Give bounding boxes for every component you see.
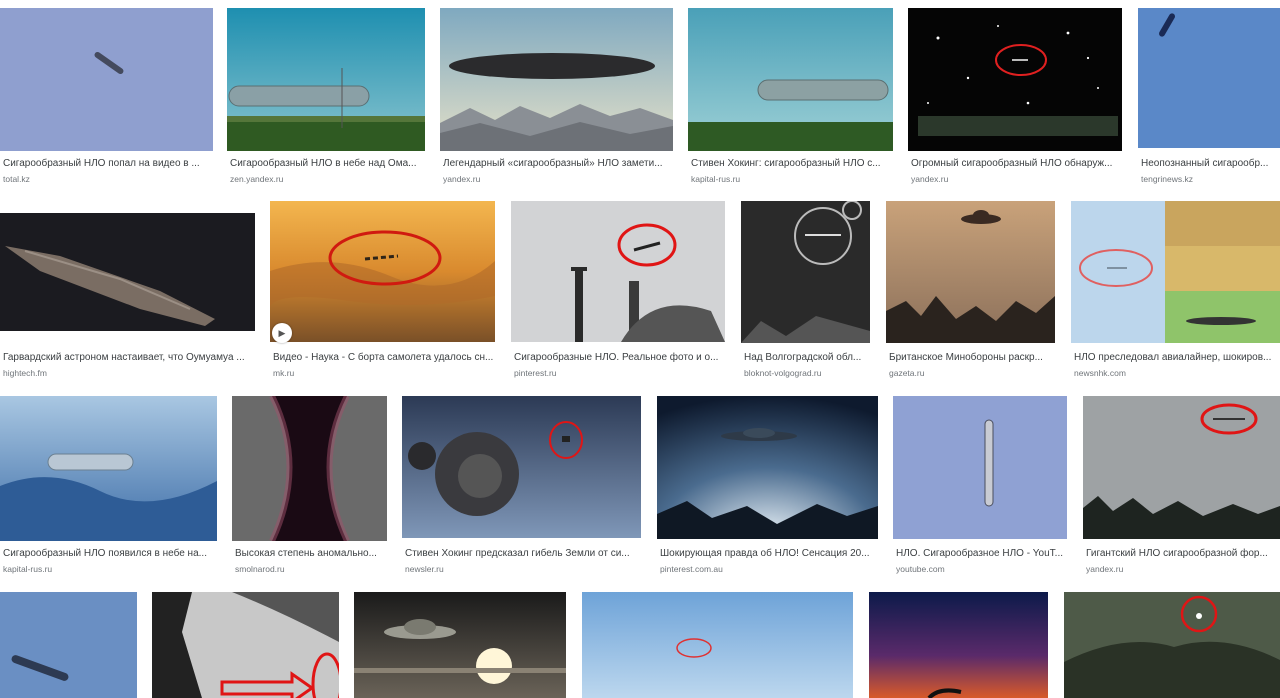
result-title[interactable]: Сигарообразный НЛО в небе над Ома... [230, 158, 423, 170]
ufo-thumbnail[interactable] [511, 201, 725, 342]
result-source[interactable]: kapital-rus.ru [691, 174, 891, 184]
result-16[interactable]: Шокирующая правда об НЛО! Сенсация 20...… [657, 396, 879, 576]
ufo-thumbnail[interactable] [1138, 8, 1280, 148]
result-source[interactable]: pinterest.com.au [660, 564, 877, 574]
ufo-thumbnail[interactable] [582, 592, 853, 698]
result-title[interactable]: Стивен Хокинг предсказал гибель Земли от… [405, 548, 640, 560]
result-source[interactable]: hightech.fm [3, 368, 254, 378]
ufo-thumbnail[interactable] [0, 396, 217, 541]
result-2[interactable]: Сигарообразный НЛО в небе над Ома... zen… [227, 8, 425, 188]
result-22[interactable] [582, 592, 854, 698]
ufo-thumbnail[interactable] [869, 592, 1048, 698]
result-title[interactable]: Шокирующая правда об НЛО! Сенсация 20... [660, 548, 877, 560]
result-source[interactable]: yandex.ru [1086, 564, 1278, 574]
result-14[interactable]: Высокая степень аномально... smolnarod.r… [232, 396, 388, 576]
ufo-thumbnail[interactable] [0, 201, 255, 344]
result-1[interactable]: Сигарообразный НЛО попал на видео в ... … [0, 8, 214, 188]
result-source[interactable]: tengrinews.kz [1141, 174, 1278, 184]
result-12[interactable]: НЛО преследовал авиалайнер, шокиров... n… [1071, 201, 1280, 381]
result-title[interactable]: Британское Минобороны раскр... [889, 352, 1054, 364]
result-source[interactable]: newsnhk.com [1074, 368, 1278, 378]
result-9[interactable]: Сигарообразные НЛО. Реальное фото и о...… [511, 201, 725, 381]
result-8[interactable]: Видео - Наука - С борта самолета удалось… [270, 201, 498, 381]
result-13[interactable]: Сигарообразный НЛО появился в небе на...… [0, 396, 218, 576]
result-7[interactable]: Гарвардский астроном настаивает, что Оум… [0, 201, 256, 381]
ufo-thumbnail[interactable] [152, 592, 339, 698]
result-title[interactable]: Сигарообразный НЛО появился в небе на... [3, 548, 216, 560]
result-18[interactable]: Гигантский НЛО сигарообразной фор... yan… [1083, 396, 1280, 576]
result-title[interactable]: НЛО преследовал авиалайнер, шокиров... [1074, 352, 1278, 364]
result-source[interactable]: total.kz [3, 174, 212, 184]
result-10[interactable]: Над Волгоградской обл... bloknot-volgogr… [741, 201, 871, 381]
ufo-thumbnail[interactable] [227, 8, 425, 151]
ufo-thumbnail[interactable] [440, 8, 673, 151]
result-title[interactable]: Неопознанный сигарообр... [1141, 158, 1278, 170]
result-source[interactable]: newsler.ru [405, 564, 640, 574]
ufo-thumbnail[interactable] [741, 201, 870, 343]
result-title[interactable]: НЛО. Сигарообразное НЛО - YouT... [896, 548, 1067, 560]
ufo-thumbnail[interactable] [657, 396, 878, 539]
ufo-thumbnail[interactable] [688, 8, 893, 151]
result-3[interactable]: Легендарный «сигарообразный» НЛО замети.… [440, 8, 674, 188]
ufo-thumbnail[interactable] [886, 201, 1055, 343]
result-4[interactable]: Стивен Хокинг: сигарообразный НЛО с... k… [688, 8, 893, 188]
ufo-thumbnail[interactable] [0, 592, 137, 698]
ufo-thumbnail[interactable] [1064, 592, 1280, 698]
result-19[interactable] [0, 592, 137, 698]
ufo-thumbnail[interactable] [270, 201, 495, 342]
ufo-thumbnail[interactable] [908, 8, 1122, 151]
result-title[interactable]: Высокая степень аномально... [235, 548, 386, 560]
result-source[interactable]: zen.yandex.ru [230, 174, 423, 184]
result-source[interactable]: gazeta.ru [889, 368, 1054, 378]
result-title[interactable]: Гарвардский астроном настаивает, что Оум… [3, 352, 254, 364]
ufo-thumbnail[interactable] [1083, 396, 1280, 539]
ufo-thumbnail[interactable] [402, 396, 641, 538]
result-title[interactable]: Гигантский НЛО сигарообразной фор... [1086, 548, 1278, 560]
result-24[interactable] [1064, 592, 1280, 698]
result-5[interactable]: Огромный сигарообразный НЛО обнаруж... y… [908, 8, 1124, 188]
ufo-thumbnail[interactable] [0, 8, 213, 151]
result-15[interactable]: Стивен Хокинг предсказал гибель Земли от… [402, 396, 642, 576]
result-source[interactable]: yandex.ru [443, 174, 672, 184]
result-title[interactable]: Легендарный «сигарообразный» НЛО замети.… [443, 158, 672, 170]
result-title[interactable]: Стивен Хокинг: сигарообразный НЛО с... [691, 158, 891, 170]
result-title[interactable]: Огромный сигарообразный НЛО обнаруж... [911, 158, 1122, 170]
play-icon[interactable]: ▶ [272, 323, 292, 343]
result-source[interactable]: youtube.com [896, 564, 1067, 574]
result-title[interactable]: Сигарообразный НЛО попал на видео в ... [3, 158, 212, 170]
result-source[interactable]: smolnarod.ru [235, 564, 386, 574]
result-source[interactable]: kapital-rus.ru [3, 564, 216, 574]
result-source[interactable]: pinterest.ru [514, 368, 723, 378]
ufo-thumbnail[interactable] [1071, 201, 1280, 343]
result-title[interactable]: Над Волгоградской обл... [744, 352, 869, 364]
result-20[interactable] [152, 592, 339, 698]
result-source[interactable]: yandex.ru [911, 174, 1122, 184]
result-title[interactable]: Видео - Наука - С борта самолета удалось… [273, 352, 496, 364]
ufo-thumbnail[interactable] [354, 592, 566, 698]
result-source[interactable]: bloknot-volgograd.ru [744, 368, 869, 378]
result-17[interactable]: НЛО. Сигарообразное НЛО - YouT... youtub… [893, 396, 1069, 576]
result-23[interactable] [869, 592, 1049, 698]
result-title[interactable]: Сигарообразные НЛО. Реальное фото и о... [514, 352, 723, 364]
result-6[interactable]: Неопознанный сигарообр... tengrinews.kz [1138, 8, 1280, 188]
result-source[interactable]: mk.ru [273, 368, 496, 378]
ufo-thumbnail[interactable] [232, 396, 387, 541]
result-21[interactable] [354, 592, 567, 698]
result-11[interactable]: Британское Минобороны раскр... gazeta.ru [886, 201, 1056, 381]
ufo-thumbnail[interactable] [893, 396, 1067, 539]
